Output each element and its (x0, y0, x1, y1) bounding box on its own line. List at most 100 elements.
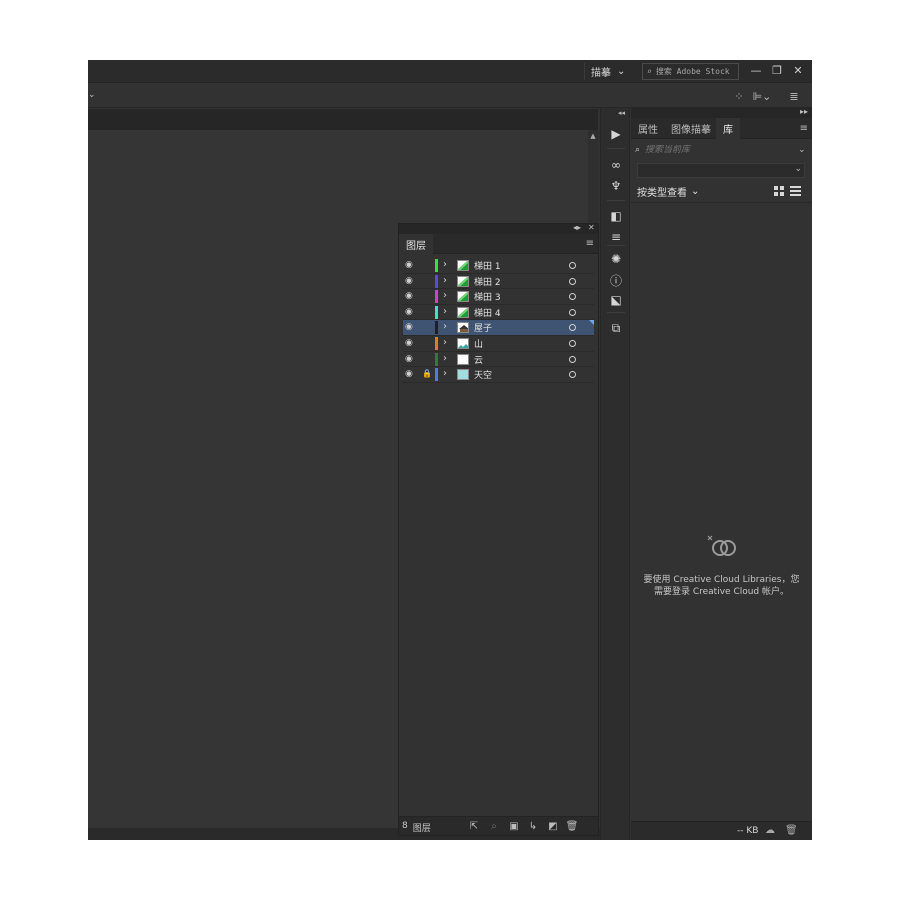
layer-thumbnail (457, 260, 469, 271)
layer-color-swatch (435, 368, 438, 382)
layer-thumbnail (457, 369, 469, 381)
target-circle-icon[interactable] (569, 324, 576, 332)
clipping-mask-icon[interactable]: ▣ (508, 820, 520, 832)
tab-libraries[interactable]: 库 (716, 118, 740, 139)
layer-name[interactable]: 天空 (474, 368, 492, 381)
panel-menu-icon[interactable]: ≡ (800, 123, 808, 134)
search-icon: ⌕ (647, 67, 652, 76)
asset-export-icon[interactable]: ⧉ (608, 320, 624, 336)
layer-list: ◉ › 梯田 1 ◉ › 梯田 2 ◉ › 梯田 3 ◉ › 梯田 4 ◉ › 屋子 ◉ › 山 ◉ › 云 ◉ 🔒 › 天空 (403, 258, 594, 383)
cloud-sync-icon[interactable]: ☁ (765, 825, 775, 836)
menu-list-icon[interactable]: ≣ (788, 89, 800, 103)
stroke-icon[interactable]: ≡ (608, 229, 624, 245)
visibility-eye-icon[interactable]: ◉ (405, 370, 415, 379)
visibility-eye-icon[interactable]: ◉ (405, 338, 415, 347)
panel-icon-strip: ◂◂ ▶ ∞ ♆ ◧ ≡ ✺ ⓘ ⬕ ⧉ (600, 108, 630, 840)
layer-row[interactable]: ◉ › 梯田 2 (403, 274, 594, 290)
panel-menu-icon[interactable]: ≡ (586, 238, 594, 249)
libraries-tab-bar: 属性 图像描摹 库 ≡ (631, 118, 812, 139)
transform-icon[interactable]: ⬕ (608, 292, 624, 308)
restore-icon[interactable]: ❐ (767, 62, 787, 78)
tab-image-trace[interactable]: 图像描摹 (671, 118, 711, 139)
visibility-eye-icon[interactable]: ◉ (405, 323, 415, 332)
target-circle-icon[interactable] (569, 355, 576, 363)
close-icon[interactable]: ✕ (588, 223, 595, 232)
chevron-down-icon: ⌄ (617, 66, 626, 77)
align-icon[interactable]: ⊫⌄ (751, 89, 773, 103)
appearance-icon[interactable]: ✺ (608, 251, 624, 267)
visibility-eye-icon[interactable]: ◉ (405, 354, 415, 363)
layer-name[interactable]: 屋子 (474, 321, 492, 334)
scroll-up-icon[interactable]: ▲ (589, 132, 597, 140)
lock-icon[interactable]: 🔒 (422, 369, 432, 379)
minimize-icon[interactable]: — (746, 62, 766, 78)
sign-in-message-line2: 需要登录 Creative Cloud 帐户。 (653, 587, 790, 597)
collapse-icon[interactable]: ◂▸ (573, 223, 581, 232)
layer-row[interactable]: ◉ › 梯田 4 (403, 305, 594, 321)
library-select[interactable]: ⌄ (637, 163, 805, 178)
visibility-eye-icon[interactable]: ◉ (405, 292, 415, 301)
layer-row[interactable]: ◉ › 山 (403, 336, 594, 352)
trash-icon[interactable]: 🗑 (785, 825, 798, 836)
locate-object-icon[interactable]: ⌕ (488, 820, 500, 832)
libraries-footer: -- KB ☁ 🗑 (631, 821, 812, 840)
collapse-icon[interactable]: ◂◂ (618, 109, 625, 117)
puppet-warp-icon[interactable]: ♆ (608, 178, 624, 194)
info-icon[interactable]: ⓘ (608, 272, 624, 288)
expand-chevron-icon[interactable]: › (443, 368, 449, 380)
expand-chevron-icon[interactable]: › (443, 353, 449, 365)
tab-layers[interactable]: 图层 (399, 234, 433, 254)
new-sublayer-icon[interactable]: ↳ (527, 820, 539, 832)
layer-name[interactable]: 云 (474, 353, 483, 366)
title-bar: 描摹 ⌄ ⌕ 搜索 Adobe Stock — ❐ ✕ (88, 60, 812, 83)
illustrator-window: 描摹 ⌄ ⌕ 搜索 Adobe Stock — ❐ ✕ ⌄ ⁘ ⊫⌄ ≣ ▲ ◂… (88, 60, 812, 840)
layer-row[interactable]: ◉ › 梯田 1 (403, 258, 594, 274)
collapse-icon[interactable]: ▸▸ (800, 107, 808, 116)
target-circle-icon[interactable] (569, 339, 576, 347)
expand-chevron-icon[interactable]: › (443, 306, 449, 318)
expand-chevron-icon[interactable]: › (443, 290, 449, 302)
stock-search-field[interactable]: ⌕ 搜索 Adobe Stock (642, 63, 739, 80)
layer-name[interactable]: 梯田 2 (474, 275, 501, 288)
layer-name[interactable]: 山 (474, 337, 483, 350)
grid-view-icon[interactable] (774, 186, 784, 196)
view-by-dropdown[interactable]: 按类型查看 ⌄ (637, 184, 699, 199)
layers-tab-bar: 图层 ≡ (399, 234, 598, 254)
expand-chevron-icon[interactable]: › (443, 321, 449, 333)
export-icon[interactable]: ⇱ (468, 820, 480, 832)
chevron-down-icon[interactable]: ⌄ (798, 145, 808, 155)
library-search: ⌕ ⌄ (635, 142, 808, 158)
play-icon[interactable]: ▶ (608, 126, 624, 142)
visibility-eye-icon[interactable]: ◉ (405, 261, 415, 270)
layer-name[interactable]: 梯田 4 (474, 306, 501, 319)
search-icon: ⌕ (635, 145, 641, 155)
target-circle-icon[interactable] (569, 371, 576, 379)
new-layer-icon[interactable]: ◩ (547, 820, 559, 832)
target-circle-icon[interactable] (569, 277, 576, 285)
layer-row[interactable]: ◉ › 屋子 (403, 320, 594, 336)
target-circle-icon[interactable] (569, 308, 576, 316)
layer-row[interactable]: ◉ 🔒 › 天空 (403, 367, 594, 383)
target-circle-icon[interactable] (569, 262, 576, 269)
layer-row[interactable]: ◉ › 梯田 3 (403, 289, 594, 305)
gradient-icon[interactable]: ◧ (608, 208, 624, 224)
library-search-input[interactable] (645, 145, 798, 155)
visibility-eye-icon[interactable]: ◉ (405, 307, 415, 316)
expand-chevron-icon[interactable]: › (443, 337, 449, 349)
layers-panel: ◂▸ ✕ 图层 ≡ ◉ › 梯田 1 ◉ › 梯田 2 ◉ › 梯田 3 ◉ › 梯田 4 ◉ › 屋子 ◉ ›… (398, 223, 599, 836)
trash-icon[interactable]: 🗑 (566, 820, 579, 832)
close-icon[interactable]: ✕ (788, 62, 808, 78)
chevron-down-icon[interactable]: ⌄ (88, 90, 96, 100)
layer-row[interactable]: ◉ › 云 (403, 352, 594, 368)
expand-chevron-icon[interactable]: › (443, 275, 449, 287)
layer-name[interactable]: 梯田 3 (474, 290, 501, 303)
expand-chevron-icon[interactable]: › (443, 259, 449, 271)
workspace-switcher[interactable]: 描摹 ⌄ (584, 63, 634, 80)
arrange-icon[interactable]: ⁘ (733, 89, 745, 103)
layer-name[interactable]: 梯田 1 (474, 259, 501, 272)
list-view-icon[interactable] (790, 186, 801, 196)
tab-properties[interactable]: 属性 (638, 118, 658, 139)
link-icon[interactable]: ∞ (608, 157, 624, 173)
target-circle-icon[interactable] (569, 293, 576, 301)
visibility-eye-icon[interactable]: ◉ (405, 276, 415, 285)
